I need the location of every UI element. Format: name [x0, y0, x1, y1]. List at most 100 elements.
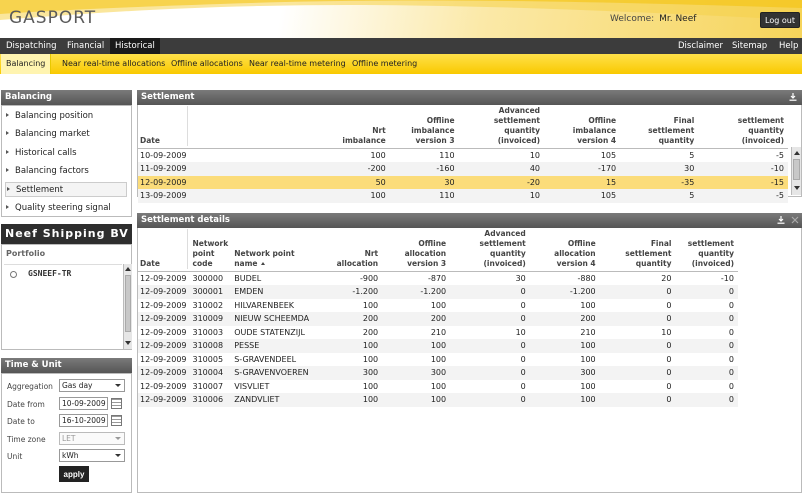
download-icon[interactable] [777, 216, 785, 224]
sort-ascending-icon[interactable] [260, 262, 265, 265]
menu-balancing-market[interactable]: Balancing market [6, 127, 90, 142]
table-cell: 300001 [190, 285, 233, 299]
apply-button[interactable]: apply [59, 466, 89, 482]
menu-historical-calls[interactable]: Historical calls [6, 146, 77, 161]
calendar-icon[interactable] [111, 398, 122, 409]
table-cell: 210 [430, 327, 447, 337]
table-row[interactable]: 12-09-2009 310009 NIEUW SCHEEMDA 200 200 0 200… [138, 312, 738, 326]
table-row[interactable]: 11-09-2009 -200 -160 40 -170 30 -10 [138, 162, 788, 176]
table-cell: 12-09-2009 [140, 354, 187, 364]
table-row[interactable]: 12-09-2009 300001 EMDEN -1.200 -1.200 0 -1.200… [138, 285, 738, 299]
table-row[interactable]: 12-09-2009 310002 HILVARENBEEK 100 100 0 100 0 0 [138, 299, 738, 313]
header-text: Final [673, 116, 695, 125]
details-column-header[interactable]: Date [138, 229, 191, 272]
scroll-up-icon[interactable] [794, 151, 800, 155]
table-cell: 100 [382, 339, 451, 353]
table-cell: 210 [580, 327, 596, 337]
details-column-header[interactable]: Advanced settlement quantity (invoiced) [450, 229, 530, 272]
download-icon[interactable] [789, 93, 797, 101]
table-cell: 0 [599, 312, 676, 326]
nav-dispatching[interactable]: Dispatching [1, 38, 61, 54]
unit-select[interactable]: kWh [59, 449, 125, 462]
table-cell: BUDEL [234, 274, 262, 283]
portfolio-radio[interactable] [10, 271, 17, 278]
table-cell: -1.200 [326, 285, 383, 299]
table-cell: 0 [450, 366, 530, 380]
table-cell: 105 [544, 189, 621, 203]
table-cell: 12-09-2009 [140, 327, 187, 337]
portfolio-item[interactable]: GSNEEF-TR [28, 269, 71, 278]
settlement-details-title: Settlement details [137, 213, 802, 228]
table-cell: ZANDVLIET [232, 393, 327, 407]
settlement-column-header[interactable]: Offline imbalance version 4 [544, 106, 620, 149]
details-column-header[interactable]: Offline allocation version 3 [382, 229, 450, 272]
settlement-column-header[interactable]: settlement quantity (invoiced) [698, 106, 788, 149]
header-text: (invoiced) [483, 259, 526, 268]
menu-balancing-factors[interactable]: Balancing factors [6, 164, 89, 179]
details-column-header[interactable]: settlement quantity (invoiced) [675, 229, 738, 272]
table-row[interactable]: 12-09-2009 310008 PESSE 100 100 0 100 0 0 [138, 339, 738, 353]
settlement-column-header[interactable]: Nrt imbalance [193, 106, 390, 149]
table-row[interactable]: 12-09-2009 310003 OUDE STATENZIJL 200 210 10 2… [138, 326, 738, 340]
details-column-header[interactable]: Network point code [191, 229, 233, 272]
table-row[interactable]: 10-09-2009 100 110 10 105 5 -5 [138, 148, 788, 163]
table-cell: 12-09-2009 [138, 366, 191, 380]
settlement-column-header[interactable]: Offline imbalance version 3 [390, 106, 459, 149]
subnav-offline-metering[interactable]: Offline metering [347, 54, 422, 74]
table-row[interactable]: 13-09-2009 100 110 10 105 5 -5 [138, 189, 788, 203]
chevron-down-icon [115, 437, 121, 440]
table-row[interactable]: 12-09-2009 310005 S-GRAVENDEEL 100 100 0 100 0 0 [138, 353, 738, 367]
close-icon[interactable] [791, 216, 799, 224]
table-row[interactable]: 12-09-2009 50 30 -20 15 -35 -15 [138, 175, 788, 189]
nav-historical[interactable]: Historical [110, 38, 160, 54]
menu-label: Balancing position [15, 111, 94, 121]
settlement-scrollbar[interactable] [791, 147, 801, 195]
portfolio-scrollbar[interactable] [123, 264, 132, 349]
table-cell: NIEUW SCHEEMDA [232, 312, 327, 326]
table-cell: 0 [450, 312, 530, 326]
scroll-thumb[interactable] [125, 275, 131, 332]
table-cell: 0 [450, 393, 530, 407]
header-text: Date [140, 259, 160, 268]
scroll-up-icon[interactable] [125, 267, 131, 271]
table-row[interactable]: 12-09-2009 300000 BUDEL -900 -870 30 -880 20 -10 [138, 271, 738, 286]
scroll-down-icon[interactable] [794, 186, 800, 190]
table-cell: EMDEN [232, 285, 327, 299]
table-cell: 0 [599, 366, 676, 380]
nav-help[interactable]: Help [774, 38, 802, 54]
details-column-header[interactable]: Offline allocation version 4 [530, 229, 600, 272]
details-column-header[interactable]: Nrt allocation [327, 229, 383, 272]
table-row[interactable]: 12-09-2009 310006 ZANDVLIET 100 100 0 100 0 0 [138, 393, 738, 407]
settlement-column-header[interactable]: Date [138, 106, 193, 149]
date-from-input[interactable]: 10-09-2009 [59, 397, 108, 410]
nav-financial[interactable]: Financial [62, 38, 109, 54]
scroll-thumb[interactable] [793, 159, 800, 180]
balancing-menu-title: Balancing [1, 90, 132, 105]
details-column-header[interactable]: Final settlement quantity [600, 229, 676, 272]
date-to-input[interactable]: 16-10-2009 [59, 414, 108, 427]
table-cell: 50 [192, 175, 390, 189]
subnav-balancing[interactable]: Balancing [1, 54, 52, 74]
aggregation-select[interactable]: Gas day [59, 379, 125, 392]
menu-settlement[interactable]: Settlement [5, 182, 127, 197]
logout-button[interactable]: Log out [760, 12, 800, 28]
calendar-icon[interactable] [111, 415, 122, 426]
table-row[interactable]: 12-09-2009 310004 S-GRAVENVOEREN 300 300 0 300… [138, 366, 738, 380]
subnav-near-real-time-allocations[interactable]: Near real-time allocations [57, 54, 170, 74]
settlement-column-header[interactable]: Final settlement quantity [620, 106, 698, 149]
scroll-down-icon[interactable] [125, 341, 131, 345]
menu-balancing-position[interactable]: Balancing position [6, 109, 93, 124]
table-cell: 0 [675, 285, 738, 299]
subnav-offline-allocations[interactable]: Offline allocations [166, 54, 248, 74]
table-row[interactable]: 12-09-2009 310007 VISVLIET 100 100 0 100 0 0 [138, 380, 738, 394]
subnav-near-real-time-metering[interactable]: Near real-time metering [244, 54, 351, 74]
nav-disclaimer[interactable]: Disclaimer [673, 38, 728, 54]
nav-sitemap[interactable]: Sitemap [727, 38, 772, 54]
header-text: imbalance [342, 136, 386, 145]
menu-quality-steering-signal[interactable]: Quality steering signal [6, 201, 111, 216]
table-cell: 5 [689, 151, 695, 160]
time-zone-select[interactable]: LET [59, 432, 125, 445]
user-name: Mr. Neef [659, 14, 697, 24]
settlement-column-header[interactable]: Advanced settlement quantity (invoiced) [459, 106, 544, 149]
details-column-header[interactable]: Network point name [232, 229, 326, 272]
